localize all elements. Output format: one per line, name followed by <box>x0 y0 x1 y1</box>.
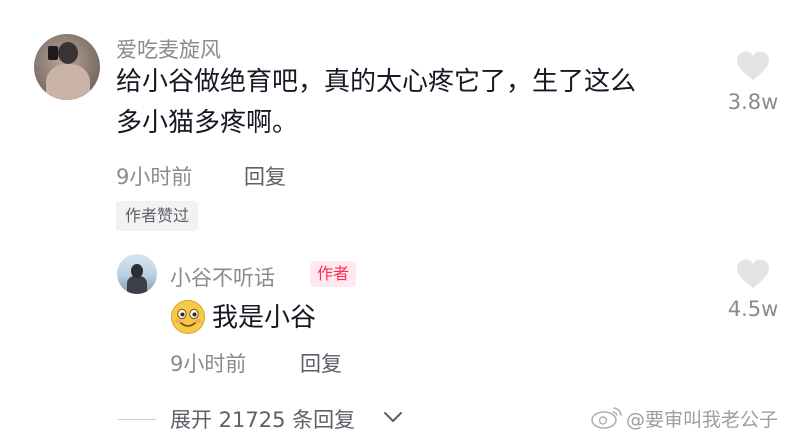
divider-line <box>118 419 156 420</box>
smiling-face-emoji <box>171 300 205 334</box>
reply-username[interactable]: 小谷不听话 <box>170 262 275 292</box>
avatar[interactable] <box>34 34 100 100</box>
author-liked-badge: 作者赞过 <box>116 201 199 231</box>
comment-text-line2: 多小猫多疼啊。 <box>116 108 299 138</box>
reply-button[interactable]: 回复 <box>244 161 286 191</box>
reply-button[interactable]: 回复 <box>300 348 342 378</box>
weibo-logo <box>591 407 622 429</box>
heart-icon[interactable] <box>735 50 771 82</box>
reply-text: 我是小谷 <box>212 303 317 333</box>
comment-text-line1: 给小谷做绝育吧，真的太心疼它了，生了这么 <box>116 67 637 97</box>
watermark-text: @要审叫我老公子 <box>626 409 779 431</box>
comment-timestamp: 9小时前 <box>116 165 193 189</box>
avatar[interactable] <box>117 254 157 294</box>
chevron-down-icon[interactable] <box>382 409 404 425</box>
like-count: 3.8w <box>727 90 779 114</box>
expand-replies-button[interactable]: 展开 21725 条回复 <box>170 404 355 434</box>
reply-timestamp: 9小时前 <box>170 352 247 376</box>
heart-icon[interactable] <box>735 258 771 290</box>
author-badge: 作者 <box>310 261 357 287</box>
like-count: 4.5w <box>727 297 779 321</box>
comment-username[interactable]: 爱吃麦旋风 <box>116 34 221 64</box>
